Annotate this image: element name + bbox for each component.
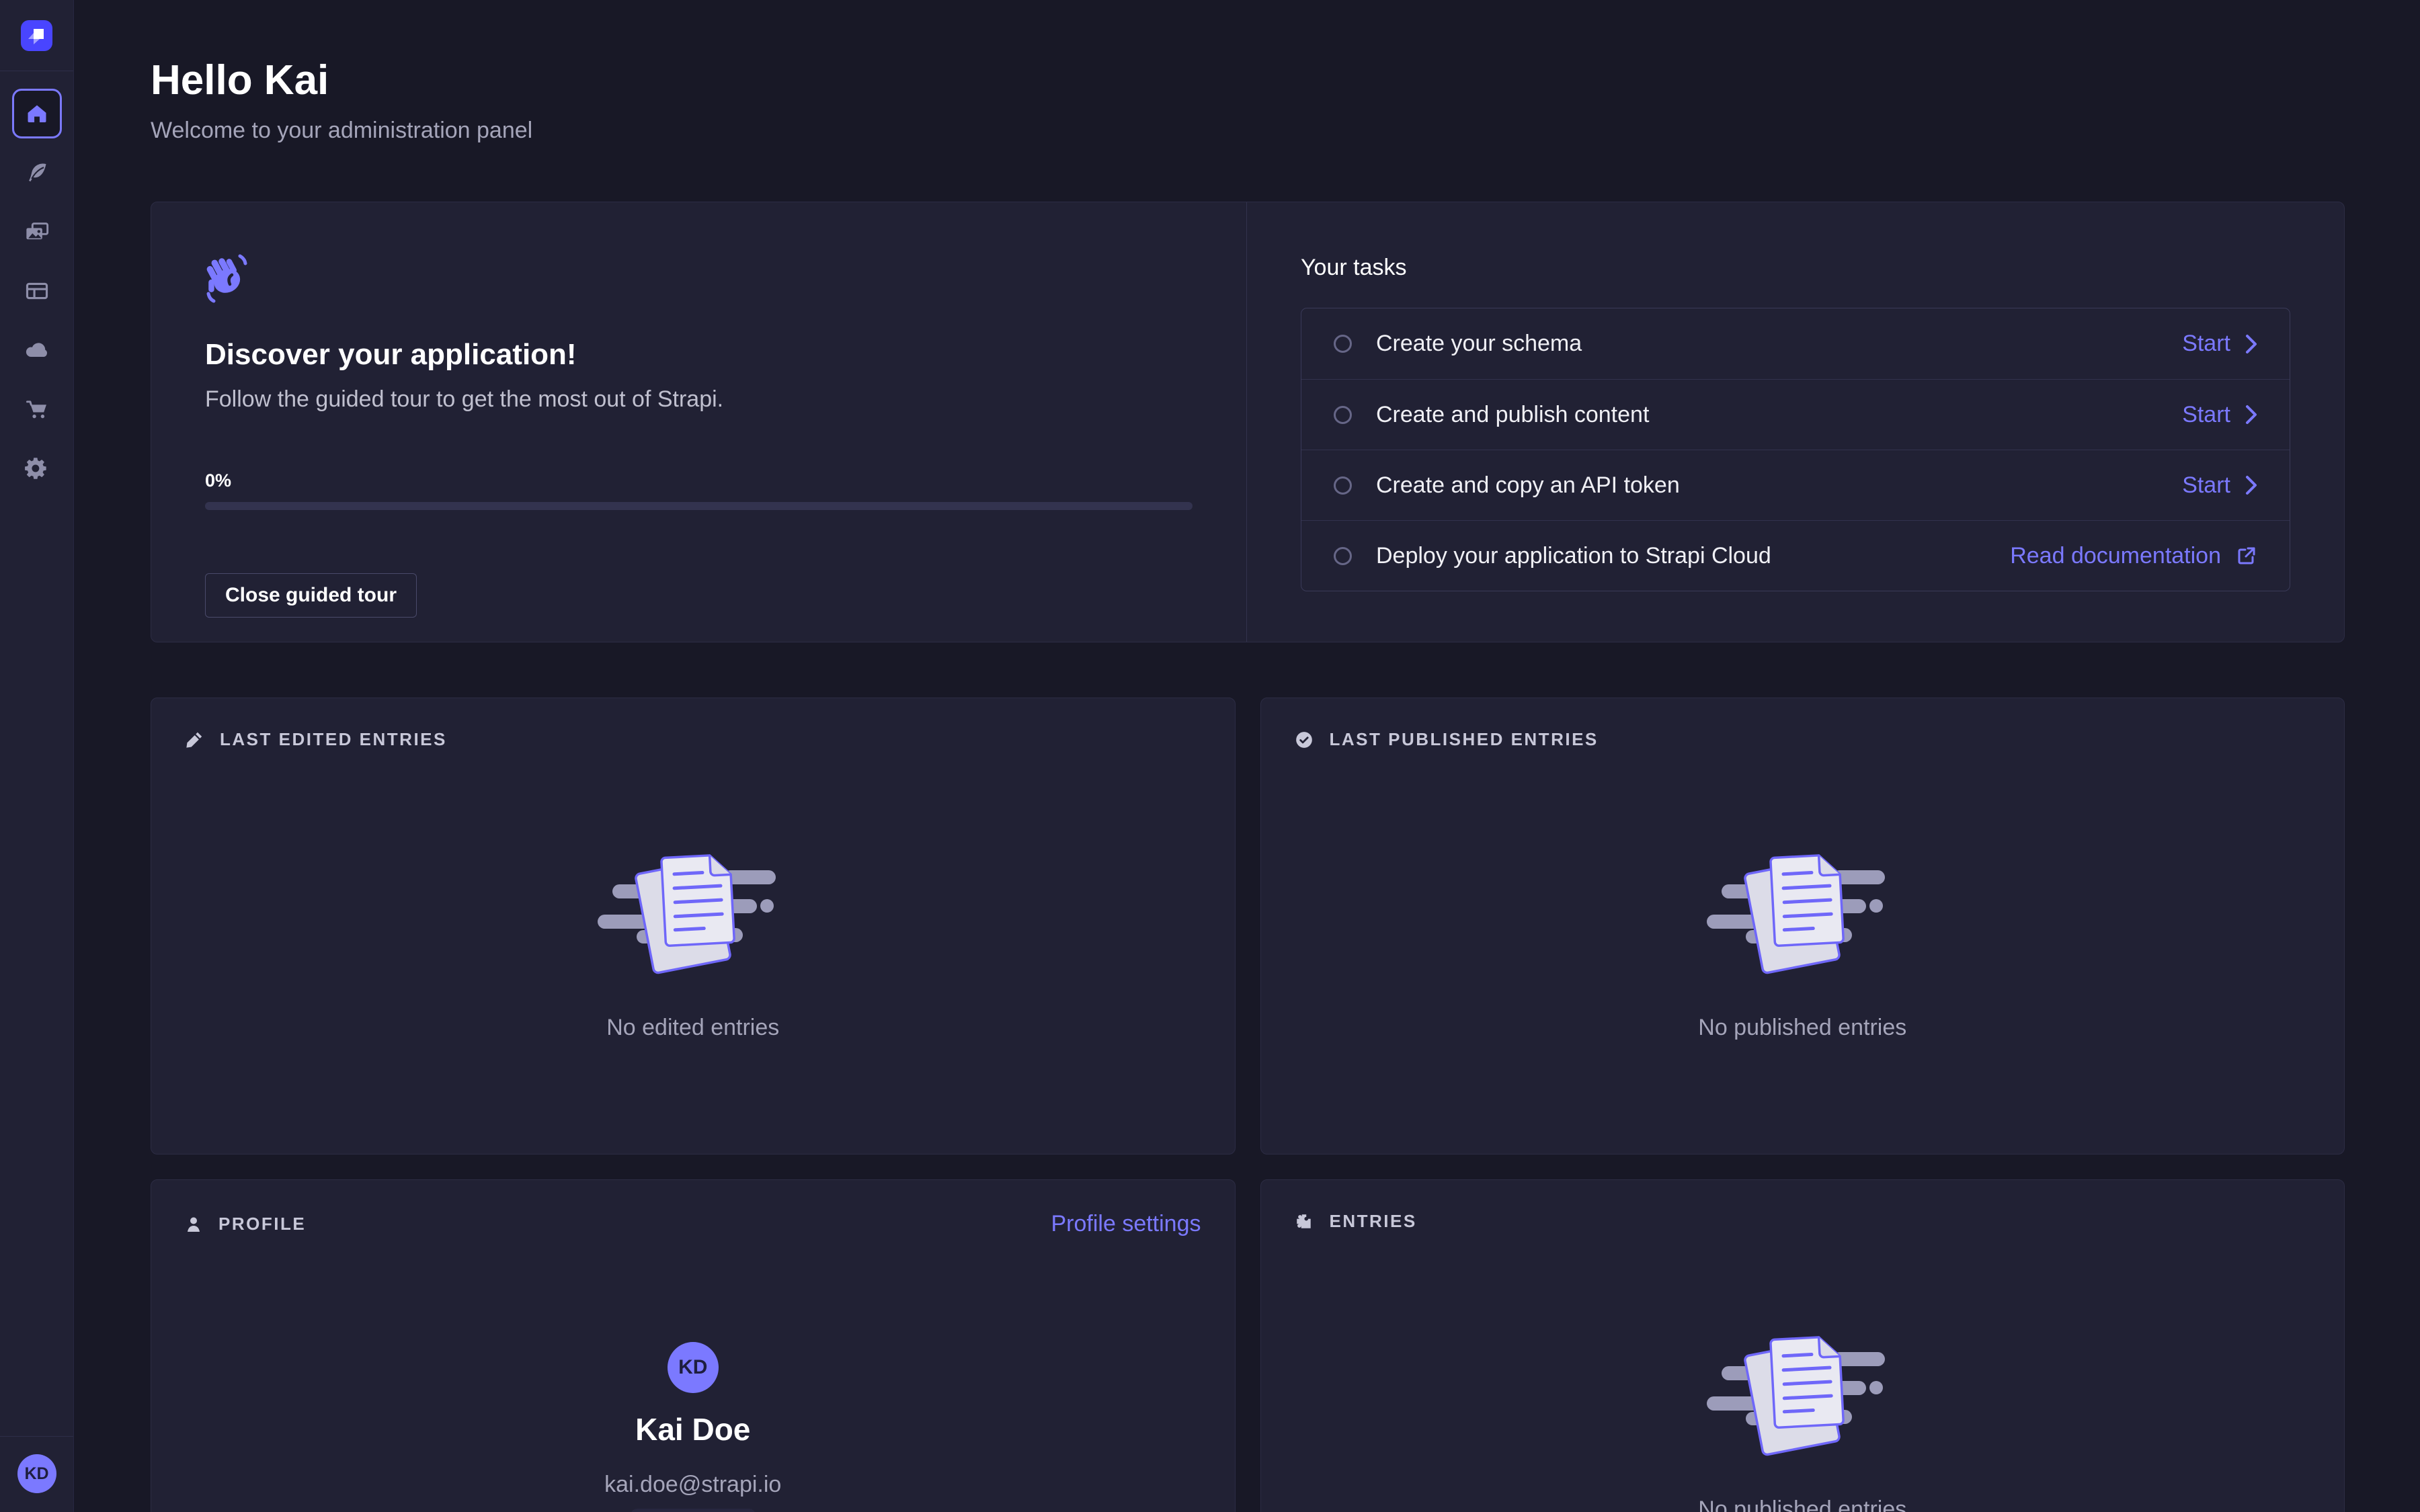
strapi-logo [21,20,52,51]
chevron-right-icon [2245,475,2257,495]
card-title: ENTRIES [1330,1211,1417,1232]
widgets-row-2: PROFILE Profile settings KD Kai Doe kai.… [151,1179,2345,1512]
marketplace-cart-icon [24,397,50,421]
card-header: LAST PUBLISHED ENTRIES [1295,729,2311,750]
empty-state-text: No published entries [1698,1497,1906,1512]
last-edited-entries-card: LAST EDITED ENTRIES [151,698,1236,1154]
card-header: ENTRIES [1295,1211,2311,1232]
guided-tour-subtitle: Follow the guided tour to get the most o… [205,386,1193,413]
main-content: Hello Kai Welcome to your administration… [74,0,2420,1512]
profile-settings-link[interactable]: Profile settings [1051,1211,1201,1237]
task-action-label: Read documentation [2010,543,2221,569]
user-avatar-initials: KD [24,1464,48,1484]
empty-documents-illustration [1701,837,1903,999]
sidebar-divider-bottom [0,1436,73,1437]
empty-documents-illustration [592,837,794,999]
profile-card: PROFILE Profile settings KD Kai Doe kai.… [151,1179,1236,1512]
sidebar-item-marketplace[interactable] [12,384,62,434]
empty-state: No edited entries [185,837,1201,1041]
settings-gear-icon [24,456,50,481]
puzzle-icon [1295,1212,1314,1231]
tasks-title: Your tasks [1301,255,2290,281]
close-guided-tour-button[interactable]: Close guided tour [205,573,417,618]
task-action-label: Start [2182,472,2230,499]
strapi-logo-icon [26,24,48,47]
task-status-circle-icon [1334,335,1352,353]
task-row-publish-content[interactable]: Create and publish content Start [1301,379,2290,450]
page-title: Hello Kai [151,56,2345,104]
entries-card: ENTRIES [1260,1179,2345,1512]
external-link-icon [2236,545,2257,566]
profile-avatar-initials: KD [678,1356,707,1379]
task-label: Create and copy an API token [1376,472,1680,499]
sidebar-item-media-library[interactable] [12,207,62,257]
task-start-link[interactable]: Start [2182,402,2257,428]
waving-hand-icon [205,253,248,304]
empty-state: No published entries [1295,837,2311,1041]
card-header: PROFILE Profile settings [185,1211,1201,1237]
task-action-label: Start [2182,331,2230,357]
task-start-link[interactable]: Start [2182,331,2257,357]
profile-email: kai.doe@strapi.io [604,1472,781,1498]
guided-tour-progress-bar [205,502,1193,510]
check-circle-icon [1295,730,1314,749]
empty-state: No published entries [1295,1319,2311,1512]
feather-icon [25,161,49,185]
user-icon [185,1215,202,1234]
widgets-row-1: LAST EDITED ENTRIES [151,698,2345,1154]
task-status-circle-icon [1334,547,1352,565]
profile-avatar: KD [668,1342,719,1393]
card-title: LAST PUBLISHED ENTRIES [1330,729,1599,750]
task-row-create-schema[interactable]: Create your schema Start [1301,308,2290,379]
read-documentation-link[interactable]: Read documentation [2010,543,2257,569]
sidebar-nav [12,71,62,493]
last-published-entries-card: LAST PUBLISHED ENTRIES [1260,698,2345,1154]
tasks-list: Create your schema Start Create and publ… [1301,308,2290,591]
sidebar-item-content-type-builder[interactable] [12,266,62,316]
home-icon [25,101,49,126]
task-label: Deploy your application to Strapi Cloud [1376,543,1771,569]
sidebar-item-settings[interactable] [12,444,62,493]
media-library-icon [24,220,50,244]
layout-icon [24,279,50,303]
task-row-api-token[interactable]: Create and copy an API token Start [1301,450,2290,520]
sidebar: KD [0,0,74,1512]
guided-tour-title: Discover your application! [205,338,1193,372]
chevron-right-icon [2245,334,2257,354]
sidebar-item-home[interactable] [12,89,62,138]
guided-tour-card: Discover your application! Follow the gu… [151,202,1246,642]
card-title: LAST EDITED ENTRIES [220,729,447,750]
user-avatar[interactable]: KD [17,1454,56,1493]
chevron-right-icon [2245,405,2257,425]
empty-state-text: No edited entries [606,1015,779,1041]
sidebar-item-content-manager[interactable] [12,148,62,198]
sidebar-item-cloud[interactable] [12,325,62,375]
guided-tour-panel: Discover your application! Follow the gu… [151,202,2345,642]
task-label: Create and publish content [1376,402,1649,428]
pencil-icon [185,730,204,749]
task-action-label: Start [2182,402,2230,428]
profile-body: KD Kai Doe kai.doe@strapi.io [185,1237,1201,1512]
task-status-circle-icon [1334,476,1352,495]
card-title: PROFILE [218,1214,306,1234]
empty-documents-illustration [1701,1319,1903,1480]
empty-state-text: No published entries [1698,1015,1906,1041]
profile-name: Kai Doe [635,1411,750,1447]
cloud-icon [24,338,50,362]
profile-role-badge [631,1509,756,1512]
card-header: LAST EDITED ENTRIES [185,729,1201,750]
page-subtitle: Welcome to your administration panel [151,118,2345,144]
tasks-panel: Your tasks Create your schema Start Crea… [1247,202,2344,642]
task-row-deploy-cloud[interactable]: Deploy your application to Strapi Cloud … [1301,520,2290,591]
task-start-link[interactable]: Start [2182,472,2257,499]
task-status-circle-icon [1334,406,1352,424]
guided-tour-progress-label: 0% [205,470,1193,491]
task-label: Create your schema [1376,331,1582,357]
